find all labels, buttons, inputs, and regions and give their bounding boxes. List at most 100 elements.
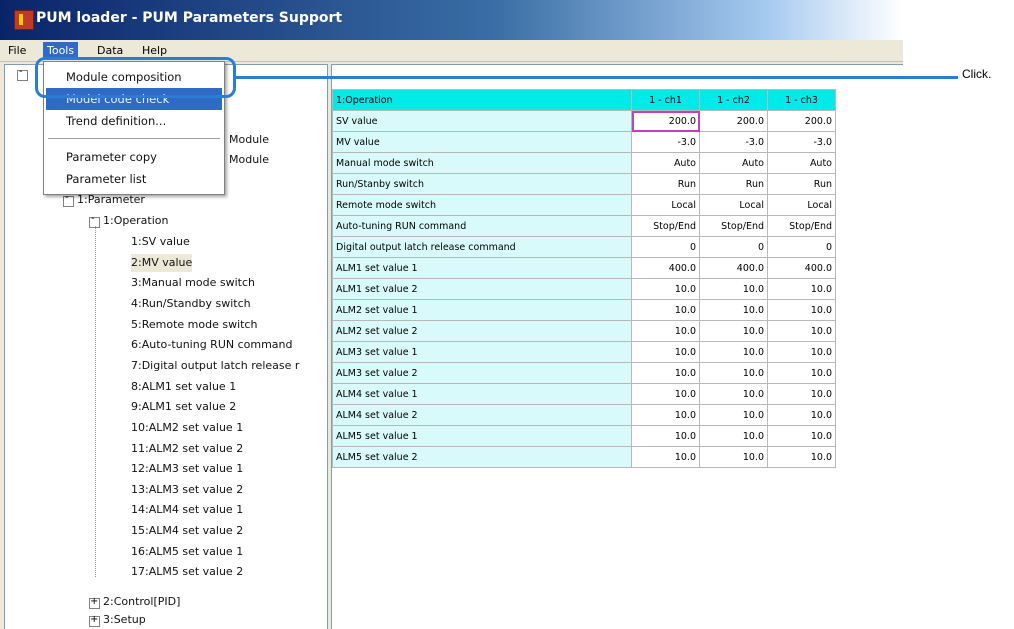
value-cell[interactable]: Stop/End xyxy=(631,215,700,237)
row-label[interactable]: ALM5 set value 1 xyxy=(332,425,632,447)
value-cell[interactable]: Local xyxy=(699,194,768,216)
value-cell[interactable]: 10.0 xyxy=(699,320,768,342)
row-label[interactable]: ALM1 set value 1 xyxy=(332,257,632,279)
value-cell[interactable]: 200.0 xyxy=(699,110,768,132)
menu-item-trend-definition[interactable]: Trend definition... xyxy=(46,110,222,132)
row-label[interactable]: Run/Stanby switch xyxy=(332,173,632,195)
value-cell[interactable]: Local xyxy=(631,194,700,216)
menu-item-parameter-copy[interactable]: Parameter copy xyxy=(46,146,222,168)
value-cell[interactable]: 10.0 xyxy=(631,383,700,405)
row-label[interactable]: ALM3 set value 1 xyxy=(332,341,632,363)
value-cell[interactable]: 10.0 xyxy=(631,278,700,300)
value-cell[interactable]: 10.0 xyxy=(767,446,836,468)
row-label[interactable]: ALM2 set value 1 xyxy=(332,299,632,321)
tree-item-parameter-leaf[interactable]: 15:ALM4 set value 2 xyxy=(131,522,243,540)
value-cell[interactable]: 200.0 xyxy=(631,110,700,132)
tree-item-parameter-leaf[interactable]: 2:MV value xyxy=(131,253,193,272)
tree-item-parameter-leaf[interactable]: 14:ALM4 set value 1 xyxy=(131,501,243,519)
row-label[interactable]: ALM2 set value 2 xyxy=(332,320,632,342)
value-cell[interactable]: Run xyxy=(767,173,836,195)
row-label[interactable]: MV value xyxy=(332,131,632,153)
value-cell[interactable]: 10.0 xyxy=(631,341,700,363)
collapse-icon[interactable] xyxy=(63,192,74,207)
value-cell[interactable]: 10.0 xyxy=(699,446,768,468)
value-cell[interactable]: 10.0 xyxy=(699,425,768,447)
value-cell[interactable]: 10.0 xyxy=(631,425,700,447)
collapse-icon[interactable] xyxy=(17,66,28,81)
tree-item-parameter-leaf[interactable]: 10:ALM2 set value 1 xyxy=(131,419,243,437)
row-label[interactable]: ALM3 set value 2 xyxy=(332,362,632,384)
row-label[interactable]: ALM4 set value 2 xyxy=(332,404,632,426)
value-cell[interactable]: 10.0 xyxy=(767,404,836,426)
value-cell[interactable]: Auto xyxy=(699,152,768,174)
row-label[interactable]: Remote mode switch xyxy=(332,194,632,216)
expand-icon[interactable] xyxy=(89,614,100,627)
row-label[interactable]: ALM1 set value 2 xyxy=(332,278,632,300)
expand-icon[interactable] xyxy=(89,596,100,609)
value-cell[interactable]: 10.0 xyxy=(699,383,768,405)
tree-item-parameter-leaf[interactable]: 11:ALM2 set value 2 xyxy=(131,440,243,458)
value-cell[interactable]: 400.0 xyxy=(699,257,768,279)
tree-item-parameter-leaf[interactable]: 5:Remote mode switch xyxy=(131,316,257,334)
value-cell[interactable]: Run xyxy=(631,173,700,195)
tree-item-parameter-leaf[interactable]: 17:ALM5 set value 2 xyxy=(131,563,243,581)
row-label[interactable]: Manual mode switch xyxy=(332,152,632,174)
value-cell[interactable]: 400.0 xyxy=(767,257,836,279)
value-cell[interactable]: 10.0 xyxy=(699,299,768,321)
tree-item-parameter-leaf[interactable]: 12:ALM3 set value 1 xyxy=(131,460,243,478)
value-cell[interactable]: 10.0 xyxy=(767,299,836,321)
tree-item-parameter-leaf[interactable]: 3:Manual mode switch xyxy=(131,274,255,292)
row-label[interactable]: ALM5 set value 2 xyxy=(332,446,632,468)
grid-header-operation[interactable]: 1:Operation xyxy=(332,89,632,111)
tree-item-setup[interactable]: 3:Setup xyxy=(103,611,146,629)
row-label[interactable]: Auto-tuning RUN command xyxy=(332,215,632,237)
tree-item-control[interactable]: 2:Control[PID] xyxy=(103,593,180,611)
tree-item-parameter-leaf[interactable]: 7:Digital output latch release r xyxy=(131,357,299,375)
title-bar[interactable]: PUM loader - PUM Parameters Support xyxy=(0,0,903,40)
value-cell[interactable]: 0 xyxy=(631,236,700,258)
tree-item-parameter-leaf[interactable]: 1:SV value xyxy=(131,233,190,251)
tree-item-parameter-leaf[interactable]: 9:ALM1 set value 2 xyxy=(131,398,236,416)
value-cell[interactable]: 10.0 xyxy=(631,320,700,342)
value-cell[interactable]: 200.0 xyxy=(767,110,836,132)
tree-item-parameter-leaf[interactable]: 4:Run/Standby switch xyxy=(131,295,251,313)
value-cell[interactable]: 10.0 xyxy=(699,404,768,426)
row-label[interactable]: SV value xyxy=(332,110,632,132)
grid-header-channel[interactable]: 1 - ch2 xyxy=(699,89,768,111)
tree-item-operation[interactable]: 1:Operation xyxy=(103,212,168,230)
menu-file[interactable]: File xyxy=(4,42,30,59)
tree-item-module[interactable]: Module xyxy=(229,151,269,169)
grid-header-channel[interactable]: 1 - ch1 xyxy=(631,89,700,111)
menu-item-parameter-list[interactable]: Parameter list xyxy=(46,168,222,190)
value-cell[interactable]: 0 xyxy=(699,236,768,258)
value-cell[interactable]: 10.0 xyxy=(767,425,836,447)
value-cell[interactable]: 400.0 xyxy=(631,257,700,279)
value-cell[interactable]: Auto xyxy=(631,152,700,174)
value-cell[interactable]: 10.0 xyxy=(767,341,836,363)
grid-header-channel[interactable]: 1 - ch3 xyxy=(767,89,836,111)
tree-item-parameter-leaf[interactable]: 8:ALM1 set value 1 xyxy=(131,378,236,396)
value-cell[interactable]: 10.0 xyxy=(767,362,836,384)
value-cell[interactable]: 10.0 xyxy=(767,383,836,405)
row-label[interactable]: ALM4 set value 1 xyxy=(332,383,632,405)
value-cell[interactable]: 10.0 xyxy=(631,446,700,468)
value-cell[interactable]: Auto xyxy=(767,152,836,174)
tree-item-parameter-leaf[interactable]: 16:ALM5 set value 1 xyxy=(131,543,243,561)
row-label[interactable]: Digital output latch release command xyxy=(332,236,632,258)
value-cell[interactable]: 10.0 xyxy=(631,299,700,321)
value-cell[interactable]: 10.0 xyxy=(767,320,836,342)
value-cell[interactable]: -3.0 xyxy=(699,131,768,153)
value-cell[interactable]: 10.0 xyxy=(699,362,768,384)
value-cell[interactable]: 10.0 xyxy=(631,362,700,384)
tree-item-parameter-leaf[interactable]: 13:ALM3 set value 2 xyxy=(131,481,243,499)
value-cell[interactable]: -3.0 xyxy=(767,131,836,153)
value-cell[interactable]: 10.0 xyxy=(699,278,768,300)
value-cell[interactable]: 0 xyxy=(767,236,836,258)
value-cell[interactable]: Local xyxy=(767,194,836,216)
value-cell[interactable]: Stop/End xyxy=(699,215,768,237)
tree-item-module[interactable]: Module xyxy=(229,131,269,149)
value-cell[interactable]: 10.0 xyxy=(767,278,836,300)
value-cell[interactable]: Run xyxy=(699,173,768,195)
value-cell[interactable]: 10.0 xyxy=(631,404,700,426)
tree-item-parameter-leaf[interactable]: 6:Auto-tuning RUN command xyxy=(131,336,293,354)
